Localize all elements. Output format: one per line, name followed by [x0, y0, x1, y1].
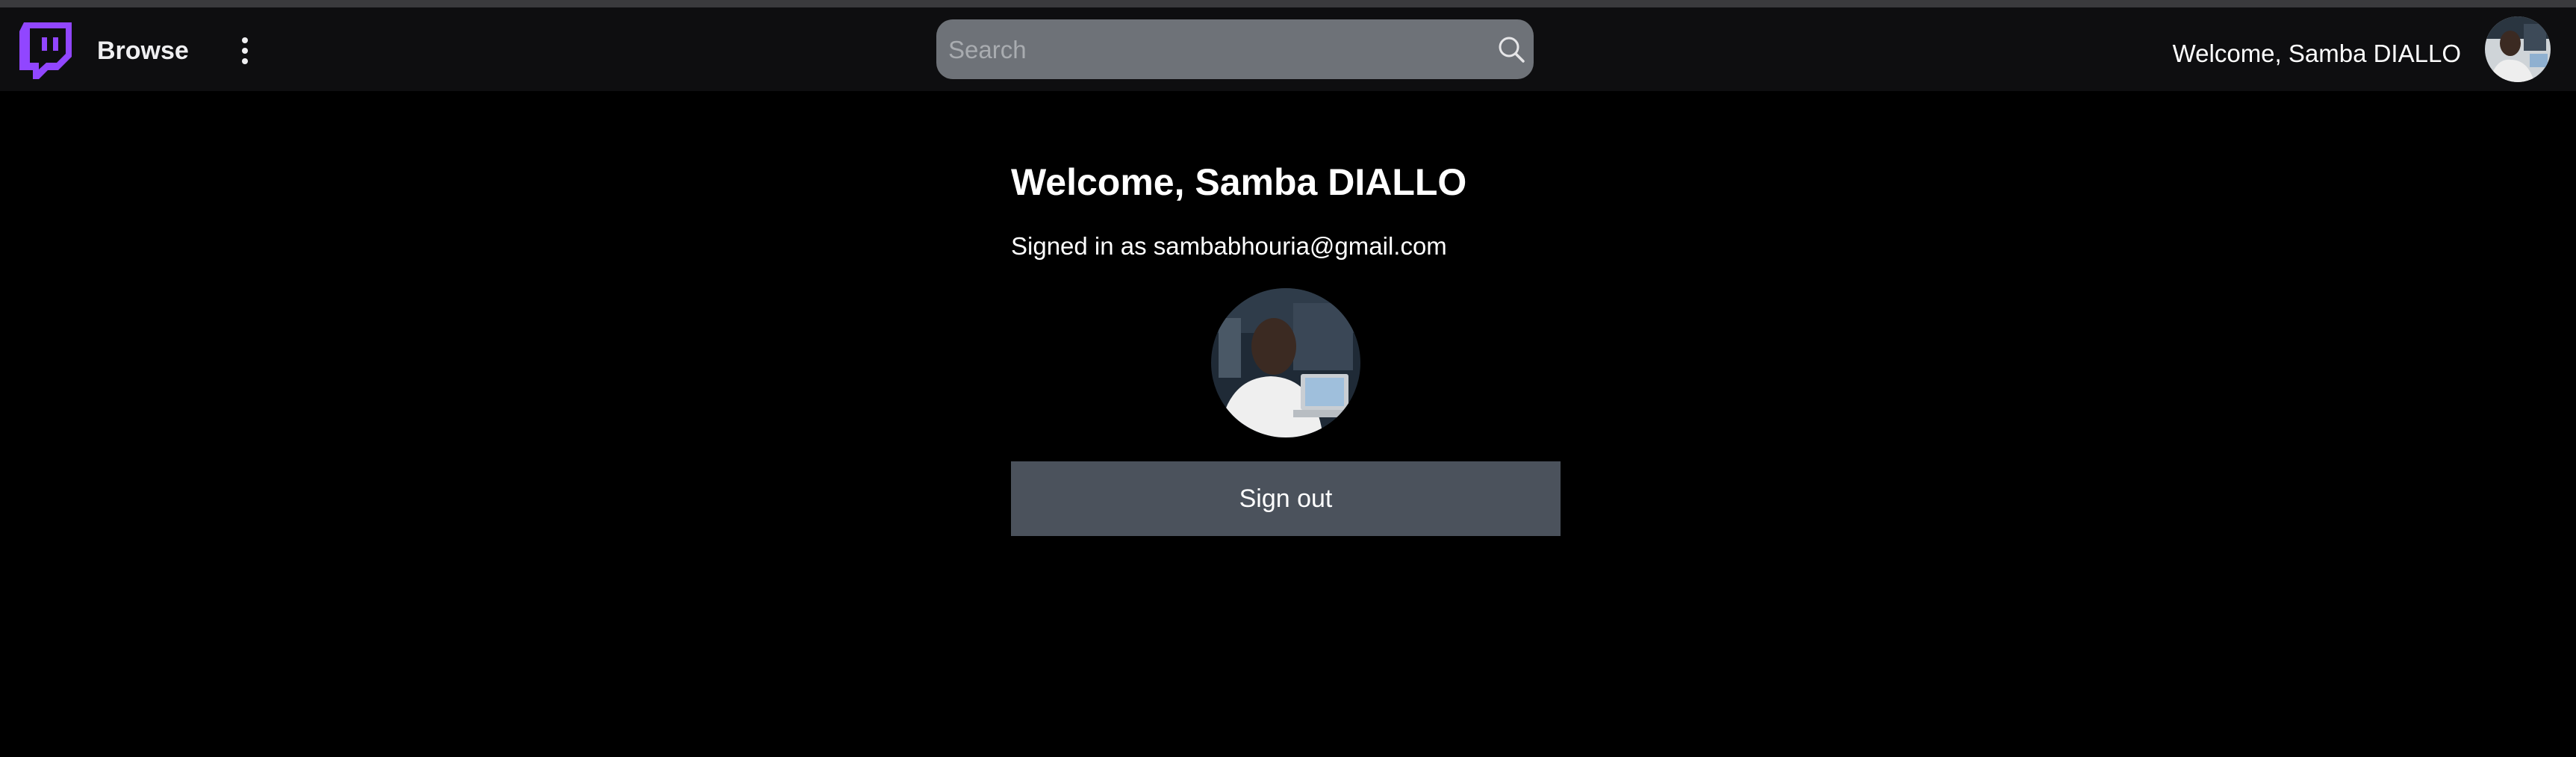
user-avatar[interactable] [2485, 16, 2551, 82]
page-title: Welcome, Samba DIALLO [1011, 161, 1467, 203]
search-icon[interactable] [1496, 34, 1526, 64]
avatar-photo-icon [1211, 288, 1360, 437]
user-avatar-large [1211, 288, 1360, 437]
avatar-photo-icon [2485, 16, 2551, 82]
vertical-dots-icon[interactable] [236, 33, 254, 69]
search-bar [936, 19, 1534, 81]
window-top-border [0, 0, 2576, 7]
browse-link[interactable]: Browse [97, 36, 189, 66]
twitch-logo-icon[interactable] [19, 22, 72, 82]
top-navbar: Browse Welcome, Samba DIALLO [0, 7, 2576, 91]
signed-in-text: Signed in as sambabhouria@gmail.com [1011, 232, 1447, 260]
search-input[interactable] [947, 19, 1472, 81]
sign-out-button[interactable]: Sign out [1011, 461, 1561, 536]
navbar-welcome-text: Welcome, Samba DIALLO [2172, 40, 2461, 67]
